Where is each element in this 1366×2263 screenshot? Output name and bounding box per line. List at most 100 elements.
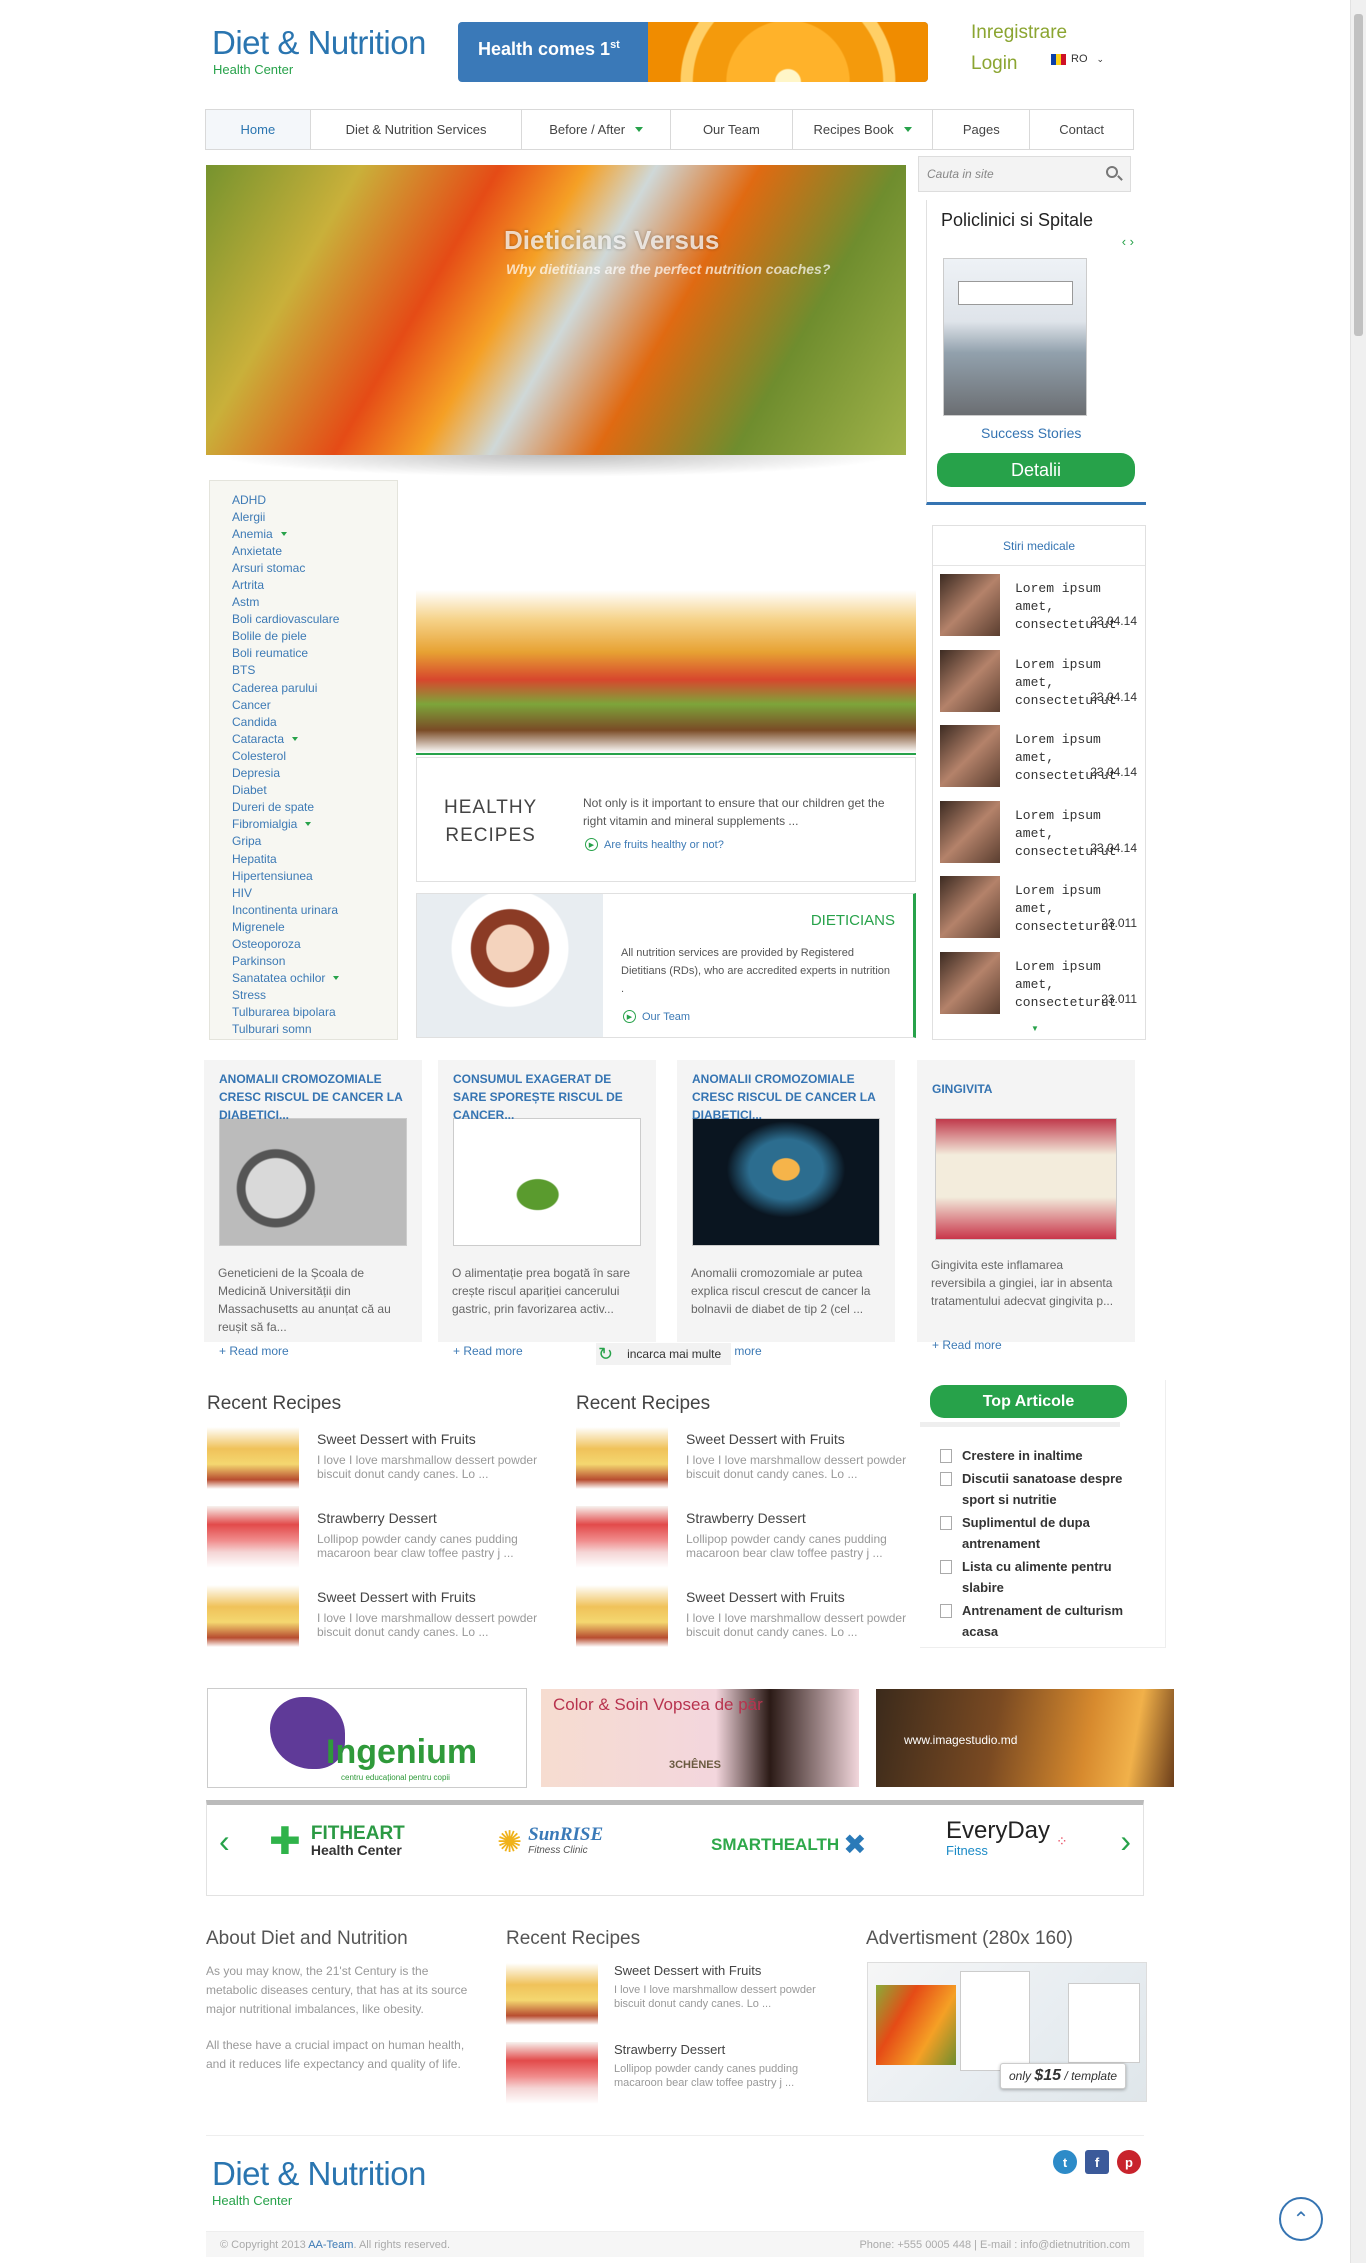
recipe-item[interactable]: Sweet Dessert with Fruits I love I love m…: [576, 1585, 916, 1647]
brand-smarthealth[interactable]: SMARTHEALTH ✖: [711, 1831, 867, 1859]
our-team-link[interactable]: ▶ Our Team: [623, 1010, 690, 1023]
recipe-item[interactable]: Sweet Dessert with Fruits I love I love m…: [576, 1427, 916, 1489]
category-link[interactable]: Diabet: [232, 782, 397, 799]
category-link[interactable]: Arsuri stomac: [232, 559, 397, 576]
scrollbar[interactable]: [1350, 0, 1366, 2263]
twitter-icon[interactable]: t: [1053, 2150, 1077, 2174]
category-link[interactable]: Candida: [232, 713, 397, 730]
language-select[interactable]: RO ⌄: [1051, 53, 1104, 65]
category-link[interactable]: Caderea parului: [232, 679, 397, 696]
recipe-thumbnail[interactable]: [576, 1585, 668, 1647]
news-thumbnail[interactable]: [940, 725, 1000, 787]
pinterest-icon[interactable]: p: [1117, 2150, 1141, 2174]
carousel-arrows-icon[interactable]: ‹ ›: [1122, 234, 1134, 249]
recipe-thumbnail[interactable]: [576, 1506, 668, 1568]
recipe-title[interactable]: Strawberry Dessert: [614, 2042, 725, 2057]
category-link[interactable]: Boli cardiovasculare: [232, 611, 397, 628]
recipe-thumbnail[interactable]: [207, 1585, 299, 1647]
news-item[interactable]: Lorem ipsum amet, consecteturut 23.011: [940, 951, 1147, 1020]
load-more-button[interactable]: ↻ incarca mai multe: [596, 1343, 732, 1365]
category-link[interactable]: Fibromialgia: [232, 816, 397, 833]
category-link[interactable]: Anemia: [232, 525, 397, 542]
category-link[interactable]: Sanatatea ochilor: [232, 970, 397, 987]
clinic-photo[interactable]: [943, 258, 1087, 416]
nav-before-after[interactable]: Before / After: [522, 110, 671, 149]
nav-contact[interactable]: Contact: [1030, 110, 1133, 149]
news-item[interactable]: Lorem ipsum amet, consecteturut 23.04.14: [940, 800, 1147, 869]
news-thumbnail[interactable]: [940, 876, 1000, 938]
category-link[interactable]: Boli reumatice: [232, 645, 397, 662]
category-link[interactable]: Stress: [232, 987, 397, 1004]
recipe-thumbnail[interactable]: [506, 1963, 598, 2025]
article-card[interactable]: ANOMALII CROMOZOMIALE CRESC RISCUL DE CA…: [204, 1060, 422, 1358]
category-link[interactable]: Bolile de piele: [232, 628, 397, 645]
top-article-link[interactable]: Discutii sanatoase despre sport si nutri…: [938, 1468, 1138, 1510]
article-card[interactable]: ANOMALII CROMOZOMIALE CRESC RISCUL DE CA…: [677, 1060, 895, 1358]
article-image[interactable]: [692, 1118, 880, 1246]
footer-logo[interactable]: Diet & Nutrition Health Center: [212, 2155, 426, 2208]
recipe-thumbnail[interactable]: [576, 1427, 668, 1489]
category-link[interactable]: Osteoporoza: [232, 935, 397, 952]
back-to-top-icon[interactable]: ⌃: [1279, 2197, 1323, 2241]
category-link[interactable]: Cancer: [232, 696, 397, 713]
scroll-down-icon[interactable]: ▼: [1031, 1024, 1039, 1033]
recipe-title[interactable]: Sweet Dessert with Fruits: [686, 1589, 845, 1605]
footer-recipe-item[interactable]: Sweet Dessert with Fruits I love I love m…: [506, 1963, 846, 2025]
article-card[interactable]: GINGIVITA Gingivita este inflamarea reve…: [917, 1060, 1135, 1352]
category-link[interactable]: HIV: [232, 884, 397, 901]
recipe-thumbnail[interactable]: [207, 1506, 299, 1568]
news-item[interactable]: Lorem ipsum amet, consecteturut 23.04.14: [940, 649, 1147, 718]
logo[interactable]: Diet & Nutrition Health Center: [212, 24, 426, 77]
read-more-link[interactable]: + Read more: [917, 1324, 1135, 1352]
article-title[interactable]: ANOMALII CROMOZOMIALE CRESC RISCUL DE CA…: [204, 1060, 422, 1122]
brand-fitheart[interactable]: ✚ FITHEART Health Center: [269, 1823, 405, 1861]
category-link[interactable]: Hepatita: [232, 850, 397, 867]
recipe-item[interactable]: Strawberry Dessert Lollipop powder candy …: [576, 1506, 916, 1568]
team-link[interactable]: AA-Team: [308, 2239, 353, 2251]
carousel-prev-icon[interactable]: ‹: [219, 1823, 230, 1860]
recipe-title[interactable]: Strawberry Dessert: [317, 1510, 437, 1526]
category-link[interactable]: BTS: [232, 662, 397, 679]
ingenium-ad[interactable]: Ingenium centru educațional pentru copii: [207, 1688, 527, 1788]
nav-pages[interactable]: Pages: [933, 110, 1031, 149]
search-input[interactable]: Cauta in site: [927, 167, 994, 181]
news-thumbnail[interactable]: [940, 649, 1000, 712]
category-link[interactable]: Gripa: [232, 833, 397, 850]
category-link[interactable]: Artrita: [232, 576, 397, 593]
article-image[interactable]: [453, 1118, 641, 1246]
news-item[interactable]: Lorem ipsum amet, consecteturut 23.011: [940, 876, 1147, 944]
healthy-recipes-image[interactable]: [416, 590, 916, 755]
recipe-title[interactable]: Sweet Dessert with Fruits: [317, 1589, 476, 1605]
category-link[interactable]: Astm: [232, 594, 397, 611]
facebook-icon[interactable]: f: [1085, 2150, 1109, 2174]
category-link[interactable]: ADHD: [232, 491, 397, 508]
article-image[interactable]: [935, 1118, 1117, 1240]
nav-our-team[interactable]: Our Team: [671, 110, 793, 149]
search-box[interactable]: Cauta in site: [918, 156, 1131, 192]
news-thumbnail[interactable]: [940, 951, 1000, 1014]
top-article-link[interactable]: Suplimentul de dupa antrenament: [938, 1512, 1138, 1554]
news-thumbnail[interactable]: [940, 574, 1000, 636]
article-title[interactable]: ANOMALII CROMOZOMIALE CRESC RISCUL DE CA…: [677, 1060, 895, 1122]
nav-home[interactable]: Home: [206, 110, 311, 149]
category-link[interactable]: Dureri de spate: [232, 799, 397, 816]
news-item[interactable]: Lorem ipsum amet, consecteturut 23.04.14: [940, 725, 1147, 793]
category-link[interactable]: Alergii: [232, 508, 397, 525]
category-link[interactable]: Tulburarea bipolara: [232, 1004, 397, 1021]
category-link[interactable]: Depresia: [232, 765, 397, 782]
login-link[interactable]: Login: [971, 53, 1018, 75]
recipe-title[interactable]: Strawberry Dessert: [686, 1510, 806, 1526]
recipe-item[interactable]: Strawberry Dessert Lollipop powder candy …: [207, 1506, 547, 1568]
advertisment-image[interactable]: only $15 / template: [867, 1962, 1147, 2102]
nav-services[interactable]: Diet & Nutrition Services: [311, 110, 523, 149]
article-image[interactable]: [219, 1118, 407, 1246]
brand-everyday[interactable]: EveryDay Fitness ⁘: [946, 1819, 1068, 1861]
category-link[interactable]: Parkinson: [232, 953, 397, 970]
brand-sunrise[interactable]: ✺ SunRISE Fitness Clinic: [497, 1825, 603, 1860]
category-link[interactable]: Anxietate: [232, 542, 397, 559]
recipe-thumbnail[interactable]: [207, 1427, 299, 1489]
footer-recipe-item[interactable]: Strawberry Dessert Lollipop powder candy …: [506, 2042, 846, 2104]
carousel-next-icon[interactable]: ›: [1120, 1823, 1131, 1860]
details-button[interactable]: Detalii: [937, 453, 1135, 487]
category-link[interactable]: Incontinenta urinara: [232, 901, 397, 918]
